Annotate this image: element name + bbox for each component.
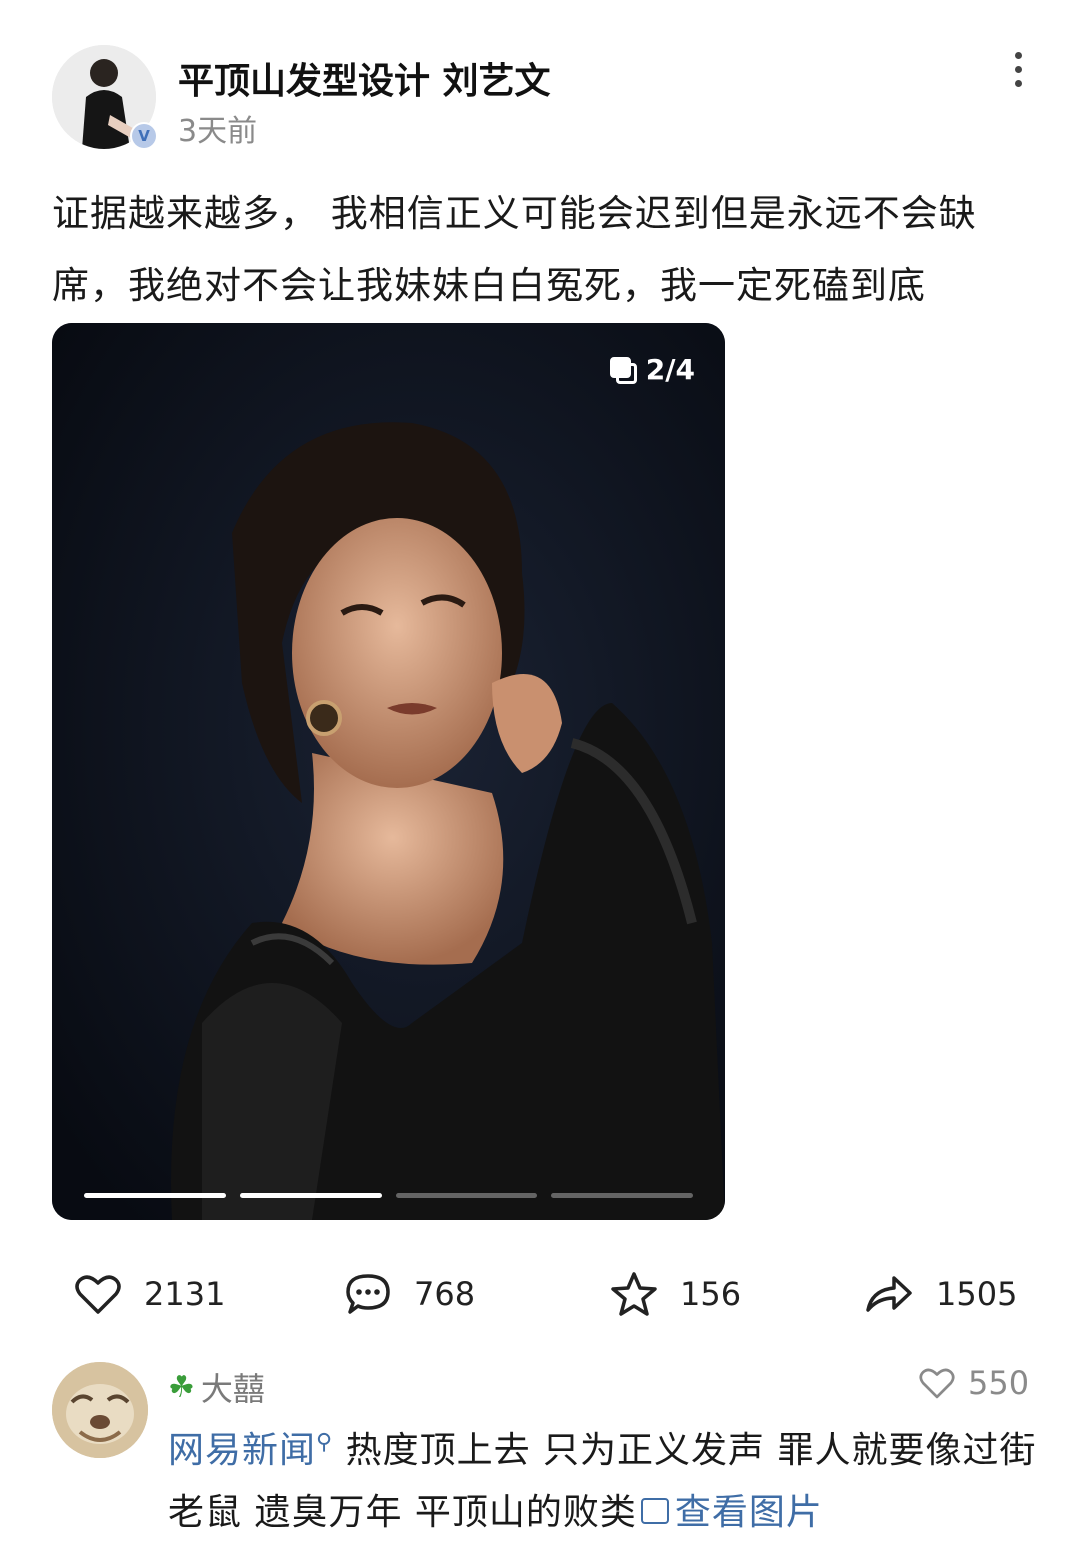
more-options-icon[interactable] xyxy=(1000,52,1036,96)
image-progress-bar xyxy=(84,1193,693,1198)
verified-badge: V xyxy=(130,122,158,150)
progress-segment xyxy=(239,1193,382,1198)
image-icon xyxy=(640,1498,669,1524)
progress-segment xyxy=(551,1193,693,1198)
comment-like-button[interactable]: 550 xyxy=(918,1364,1029,1402)
commenter-avatar[interactable] xyxy=(52,1362,148,1458)
author-avatar[interactable]: V xyxy=(52,45,158,150)
post-time: 3天前 xyxy=(178,114,258,149)
comment-count: 768 xyxy=(414,1275,476,1313)
share-icon xyxy=(866,1276,912,1312)
image-counter: 2/4 xyxy=(609,353,695,386)
favorite-count: 156 xyxy=(680,1275,742,1313)
comment-body: 网易新闻⚲ 热度顶上去 只为正义发声 罪人就要像过街老鼠 遗臭万年 平顶山的败类… xyxy=(168,1412,1038,1544)
tiger-avatar-image xyxy=(52,1362,148,1458)
like-button[interactable]: 2131 xyxy=(74,1266,225,1322)
share-button[interactable]: 1505 xyxy=(864,1266,1017,1322)
heart-icon xyxy=(75,1275,121,1314)
favorite-button[interactable]: 156 xyxy=(610,1266,741,1322)
progress-segment xyxy=(84,1193,226,1198)
progress-segment xyxy=(395,1193,538,1198)
share-count: 1505 xyxy=(936,1275,1018,1313)
clover-icon: ☘ xyxy=(168,1369,195,1405)
star-icon xyxy=(611,1272,657,1316)
author-name[interactable]: 平顶山发型设计 刘艺文 xyxy=(178,52,551,104)
portrait-photo xyxy=(52,323,725,1220)
search-icon: ⚲ xyxy=(316,1430,334,1455)
image-stack-icon xyxy=(609,356,637,384)
comment-like-count: 550 xyxy=(968,1364,1030,1402)
post-text: 证据越来越多， 我相信正义可能会迟到但是永远不会缺席，我绝对不会让我妹妹白白冤死… xyxy=(52,192,977,307)
like-count: 2131 xyxy=(144,1275,226,1313)
post-image[interactable]: 2/4 xyxy=(52,323,725,1220)
heart-icon xyxy=(919,1368,955,1399)
view-image-link[interactable]: 查看图片 xyxy=(675,1492,823,1533)
commenter-name[interactable]: ☘ 大囍 xyxy=(168,1364,265,1410)
comment-icon xyxy=(346,1274,390,1314)
comment-topic-link[interactable]: 网易新闻 xyxy=(168,1430,316,1471)
comment-button[interactable]: 768 xyxy=(344,1266,475,1322)
